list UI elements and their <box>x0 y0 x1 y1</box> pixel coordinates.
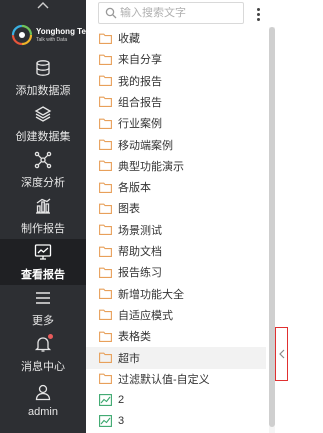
search-input[interactable] <box>120 7 238 19</box>
collapse-panel-button[interactable] <box>275 327 288 381</box>
item-label: 场景测试 <box>118 224 162 237</box>
folder-item[interactable]: 收藏 <box>86 27 266 49</box>
bell-icon <box>33 334 53 354</box>
nav-label: 更多 <box>32 315 54 327</box>
item-label: 组合报告 <box>118 96 162 109</box>
item-label: 自适应模式 <box>118 309 173 322</box>
chevron-up-icon[interactable] <box>33 0 53 10</box>
item-label: 典型功能演示 <box>118 160 184 173</box>
nav-item-add-datasource[interactable]: 添加数据源 <box>0 55 86 101</box>
more-options-icon[interactable] <box>250 4 266 24</box>
folder-item[interactable]: 帮助文档 <box>86 240 266 262</box>
search-box[interactable] <box>98 2 244 24</box>
folder-item[interactable]: 过滤默认值-自定义 <box>86 368 266 390</box>
folder-item[interactable]: 来自分享 <box>86 48 266 70</box>
item-label: 收藏 <box>118 33 140 45</box>
folder-icon <box>98 160 112 172</box>
item-label: 过滤默认值-自定义 <box>118 373 210 386</box>
item-label: 新增功能大全 <box>118 288 184 301</box>
folder-icon <box>98 75 112 87</box>
brand-logo: Yonghong Tech Talk with Data <box>9 20 95 50</box>
folder-item[interactable]: 各版本 <box>86 176 266 198</box>
folder-item[interactable]: 报告练习 <box>86 261 266 283</box>
folder-icon <box>98 245 112 257</box>
item-label: 2 <box>118 394 125 407</box>
folder-icon <box>98 288 112 300</box>
folder-item[interactable]: 自适应模式 <box>86 304 266 326</box>
folder-item[interactable]: 场景测试 <box>86 219 266 241</box>
folder-item[interactable]: 表格类 <box>86 325 266 347</box>
folder-icon <box>98 117 112 129</box>
nav-item-deep-analysis[interactable]: 深度分析 <box>0 147 86 193</box>
bar-chart-icon <box>33 196 53 216</box>
item-label: 我的报告 <box>118 75 162 88</box>
folder-icon <box>98 32 112 44</box>
item-label: 图表 <box>118 203 140 216</box>
item-label: 超市 <box>118 352 140 365</box>
folder-item[interactable]: 典型功能演示 <box>86 155 266 177</box>
search-icon <box>102 4 120 22</box>
notification-badge <box>48 334 53 339</box>
nav-item-create-dataset[interactable]: 创建数据集 <box>0 101 86 147</box>
nav-item-make-report[interactable]: 制作报告 <box>0 193 86 239</box>
report-chart-icon <box>98 394 112 407</box>
folder-item[interactable]: 组合报告 <box>86 91 266 113</box>
brand-tagline: Talk with Data <box>36 37 68 43</box>
report-chart-icon <box>98 415 112 428</box>
layers-icon <box>33 104 53 124</box>
report-tree-panel: 收藏来自分享我的报告组合报告行业案例移动端案例典型功能演示各版本图表场景测试帮助… <box>86 0 323 433</box>
nav-label: 添加数据源 <box>15 85 71 97</box>
folder-item[interactable]: 行业案例 <box>86 112 266 134</box>
report-item[interactable]: 3 <box>86 410 266 432</box>
item-label: 移动端案例 <box>118 139 173 152</box>
folder-icon <box>98 139 112 151</box>
folder-icon <box>98 53 112 65</box>
folder-icon <box>98 309 112 321</box>
nav-label: 制作报告 <box>21 223 65 235</box>
folder-icon <box>98 266 112 278</box>
folder-icon <box>98 96 112 108</box>
folder-icon <box>98 352 112 364</box>
folder-icon <box>98 373 112 385</box>
logo-mark-icon <box>11 24 33 46</box>
nav-label: 消息中心 <box>21 361 65 373</box>
database-icon <box>33 58 53 78</box>
folder-item[interactable]: 超市 <box>86 346 266 369</box>
monitor-chart-icon <box>33 242 53 262</box>
nav-item-message-center[interactable]: 消息中心 <box>0 331 86 377</box>
folder-icon <box>98 330 112 342</box>
folder-item[interactable]: 图表 <box>86 197 266 219</box>
nav-item-view-report[interactable]: 查看报告 <box>0 239 86 285</box>
item-label: 表格类 <box>118 331 151 344</box>
folder-icon <box>98 202 112 214</box>
item-label: 行业案例 <box>118 118 162 131</box>
item-label: 来自分享 <box>118 54 162 67</box>
folder-icon <box>98 181 112 193</box>
item-label: 报告练习 <box>118 267 162 280</box>
user-icon <box>33 382 53 402</box>
menu-icon <box>33 288 53 308</box>
chevron-left-icon <box>278 349 284 359</box>
item-label: 各版本 <box>118 182 151 195</box>
folder-item[interactable]: 移动端案例 <box>86 134 266 156</box>
folder-icon <box>98 224 112 236</box>
nav-label: 创建数据集 <box>15 131 71 143</box>
network-icon <box>33 150 53 170</box>
report-tree-list: 收藏来自分享我的报告组合报告行业案例移动端案例典型功能演示 各版本图表场景测试帮助… <box>86 27 266 433</box>
folder-item[interactable]: 新增功能大全 <box>86 283 266 305</box>
report-item[interactable]: 2 <box>86 389 266 411</box>
nav-item-user[interactable]: admin <box>0 377 86 423</box>
item-label: 3 <box>118 415 125 428</box>
nav-label: admin <box>28 406 58 418</box>
folder-item[interactable]: 我的报告 <box>86 70 266 92</box>
item-label: 帮助文档 <box>118 246 162 258</box>
nav-item-more[interactable]: 更多 <box>0 285 86 331</box>
nav-label: 深度分析 <box>21 177 65 189</box>
nav-label: 查看报告 <box>21 269 65 281</box>
left-nav: Yonghong Tech Talk with Data 添加数据源 创建数据集 <box>0 0 95 433</box>
